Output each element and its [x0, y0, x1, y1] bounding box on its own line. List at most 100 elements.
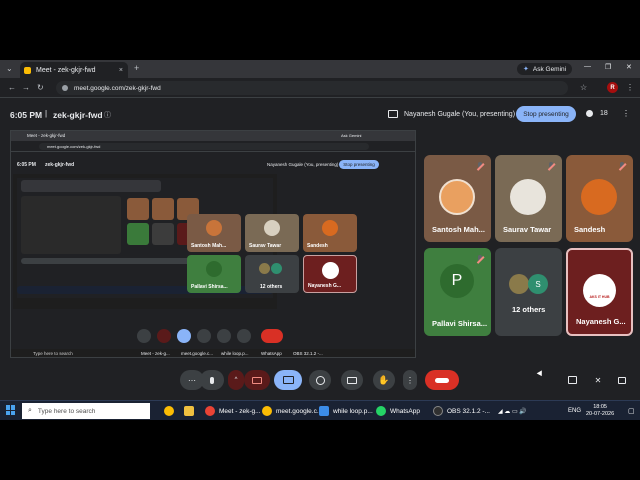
shared-camera-button	[157, 329, 171, 343]
notification-icon[interactable]: ▢	[628, 403, 635, 419]
chat-icon	[567, 376, 577, 384]
people-icon[interactable]	[586, 110, 593, 117]
activities-button[interactable]: ✕	[588, 370, 608, 390]
nested-header	[21, 180, 161, 192]
more-actions-button[interactable]: ⋮	[403, 370, 417, 390]
tab-close-icon[interactable]: ×	[119, 67, 123, 74]
mic-button[interactable]	[200, 370, 224, 390]
taskbar-search-box[interactable]: ⌕ Type here to search	[22, 403, 150, 419]
taskbar-obs-window[interactable]: OBS 32.1.2 -...	[433, 403, 490, 419]
back-icon[interactable]: ←	[8, 83, 16, 92]
taskbar-explorer-icon[interactable]	[184, 403, 198, 419]
participant-tile-santosh[interactable]: Santosh Mah...	[424, 155, 491, 242]
new-tab-button[interactable]: +	[134, 63, 139, 73]
muted-mic-icon	[475, 254, 485, 264]
shared-ask-gemini: Ask Gemini	[341, 133, 362, 138]
captions-button[interactable]	[341, 370, 363, 390]
shared-tile-name: Saurav Tawar	[249, 243, 282, 249]
shared-taskbar-item: WhatsApp	[261, 351, 282, 356]
reload-icon[interactable]: ↻	[37, 83, 44, 92]
shared-emoji-button	[197, 329, 211, 343]
participant-name: Sandesh	[574, 225, 606, 234]
present-screen-icon	[388, 110, 398, 118]
nested-tile	[127, 198, 149, 220]
bookmark-star-icon[interactable]: ☆	[580, 83, 587, 92]
participant-name: Nayanesh G...	[576, 317, 626, 326]
taskbar-whatsapp-window[interactable]: WhatsApp	[376, 403, 420, 419]
participant-tile-others[interactable]: S 12 others	[495, 248, 562, 336]
ask-gemini-label: Ask Gemini	[532, 65, 567, 73]
language-indicator[interactable]: ENG	[568, 403, 581, 419]
taskbar-item-label: WhatsApp	[390, 407, 420, 415]
shared-avatar	[206, 220, 222, 236]
logo-text: AKS IT HUB	[589, 294, 610, 299]
shared-tile-name: Pallavi Shirsa...	[191, 284, 228, 290]
camera-button[interactable]	[244, 370, 270, 390]
host-controls-button[interactable]	[612, 370, 632, 390]
shared-avatar	[259, 263, 270, 274]
muted-mic-icon	[617, 161, 627, 171]
lock-icon	[618, 376, 626, 384]
shared-mic-button	[137, 329, 151, 343]
shared-captions-button	[217, 329, 231, 343]
shared-address-bar: meet.google.com/zek-gkjr-fwd	[11, 141, 415, 152]
screen: ⌄ Meet - zek-gkjr-fwd × + ✦ Ask Gemini —…	[0, 0, 640, 480]
participant-tile-nayanesh[interactable]: AKS IT HUB Nayanesh G...	[566, 248, 633, 336]
shared-taskbar-item: OBS 32.1.2 -...	[293, 351, 323, 356]
participant-tile-saurav[interactable]: Saurav Tawar	[495, 155, 562, 242]
participant-tile-sandesh[interactable]: Sandesh	[566, 155, 633, 242]
meeting-controls: ⋯ ^ ✋ ⋮ ✕	[0, 360, 640, 400]
address-bar: ← → ↻ meet.google.com/zek-gkjr-fwd ☆ R ⋮	[0, 78, 640, 98]
leave-call-button[interactable]	[425, 370, 459, 390]
participant-name: Saurav Tawar	[503, 225, 552, 234]
tab-search-icon[interactable]: ⌄	[6, 64, 13, 73]
shared-tile-name: Nayanesh G...	[308, 283, 342, 289]
url-text: meet.google.com/zek-gkjr-fwd	[74, 84, 161, 92]
site-info-icon[interactable]	[62, 85, 68, 91]
meeting-info-icon[interactable]: ⓘ	[104, 110, 111, 120]
forward-icon[interactable]: →	[22, 83, 30, 92]
participant-tile-pallavi[interactable]: P Pallavi Shirsa...	[424, 248, 491, 336]
chat-button[interactable]	[562, 370, 582, 390]
minimize-button[interactable]: —	[584, 63, 591, 70]
emoji-button[interactable]	[309, 370, 331, 390]
ask-gemini-button[interactable]: ✦ Ask Gemini	[517, 63, 573, 75]
shared-taskbar-search: Type here to search	[33, 351, 73, 356]
mic-icon	[210, 376, 214, 384]
gemini-icon: ✦	[523, 66, 529, 73]
header-more-icon[interactable]: ⋮	[622, 109, 630, 118]
taskbar-item-label: OBS 32.1.2 -...	[447, 407, 490, 415]
close-window-button[interactable]: ✕	[626, 63, 632, 71]
omnibox[interactable]: meet.google.com/zek-gkjr-fwd	[56, 81, 568, 95]
stop-presenting-button[interactable]: Stop presenting	[516, 106, 576, 122]
taskbar-chrome-icon[interactable]	[164, 403, 178, 419]
taskbar-meet-tab-window[interactable]: meet.google.c...	[262, 403, 322, 419]
aks-it-hub-logo: AKS IT HUB	[583, 274, 616, 307]
shared-tile-name: 12 others	[260, 284, 283, 290]
shared-present-button	[177, 329, 191, 343]
tray-icons[interactable]: ◢ ☁ ▭ 🔊	[498, 403, 527, 419]
taskbar-vscode-window[interactable]: while loop.p...	[319, 403, 373, 419]
taskbar-meet-window[interactable]: Meet - zek-g...	[205, 403, 261, 419]
shared-tile-name: Sandesh	[307, 243, 328, 249]
system-clock[interactable]: 18:05 20-07-2026	[586, 404, 614, 418]
raise-hand-button[interactable]: ✋	[373, 370, 395, 390]
shared-presenter: Nayanesh Gugale (You, presenting)	[267, 162, 339, 167]
windows-start-icon[interactable]	[6, 405, 16, 415]
profile-avatar[interactable]: R	[607, 82, 618, 93]
shared-tab-bar: Meet - zek-gkjr-fwd Ask Gemini	[11, 131, 415, 141]
shared-tile-saurav: Saurav Tawar	[245, 214, 299, 252]
maximize-button[interactable]: ❐	[605, 63, 611, 71]
present-button[interactable]	[274, 370, 302, 390]
shared-taskbar: Type here to search Meet - zek-g... meet…	[11, 349, 415, 357]
shared-avatar	[264, 220, 280, 236]
shared-tile-sandesh: Sandesh	[303, 214, 357, 252]
participant-photo	[510, 179, 546, 215]
mic-options-button[interactable]: ^	[228, 370, 244, 390]
shared-tab-title: Meet - zek-gkjr-fwd	[27, 133, 66, 138]
tab-meet[interactable]: Meet - zek-gkjr-fwd ×	[20, 62, 128, 78]
shared-tile-name: Santosh Mah...	[191, 243, 227, 249]
captions-icon	[347, 376, 357, 384]
browser-menu-icon[interactable]: ⋮	[626, 83, 634, 92]
shared-avatar	[271, 263, 282, 274]
